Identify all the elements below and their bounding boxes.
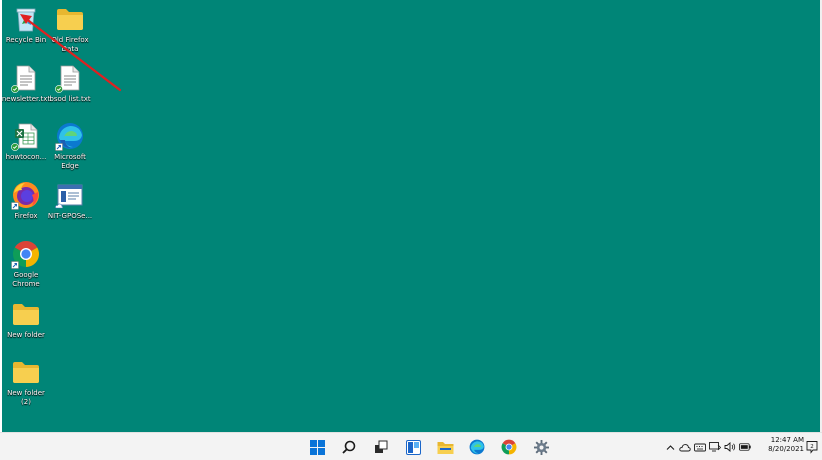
gear-icon [533,439,549,455]
folder-icon [437,441,453,454]
sync-check-icon [11,85,19,93]
battery-icon[interactable] [739,441,751,453]
svg-text:2: 2 [810,444,814,450]
desktop-icon-label: Old Firefox Data [51,36,89,53]
settings-button[interactable] [530,436,552,458]
chevron-up-icon[interactable] [664,441,676,453]
desktop-icon-label: bsod list.txt [49,95,91,103]
sync-check-icon [11,143,19,151]
notification-icon: 2 [806,441,818,454]
desktop-icon-label: New folder (2) [7,389,45,406]
desktop-icon-howtocon[interactable]: howtocon... [2,122,50,162]
notification-button[interactable]: 2 [806,439,818,454]
desktop-icon-nit-gposet[interactable]: NIT-GPOSe... [46,181,94,221]
desktop-icon-recycle-bin[interactable]: Recycle Bin [2,5,50,45]
shortcut-arrow-icon [11,202,19,210]
recycle-bin-icon [12,5,40,33]
search-icon [342,440,356,454]
desktop-icon-firefox[interactable]: Firefox [2,181,50,221]
chrome-icon [11,240,40,269]
desktop-icon-label: New folder [7,331,45,339]
desktop-icon-newsletter-txt[interactable]: newsletter.txt [2,64,50,104]
desktop-icon-new-folder-2[interactable]: New folder (2) [2,358,50,406]
keyboard-icon[interactable] [694,441,706,453]
shortcut-arrow-icon [11,261,19,269]
task-view-button[interactable] [370,436,392,458]
chrome-icon [501,439,517,455]
text-file-icon [11,64,40,93]
text-file-icon [55,64,84,93]
speaker-icon[interactable] [724,441,736,453]
desktop-icon-label: NIT-GPOSe... [47,212,93,220]
edge-icon [469,439,485,455]
folder-icon [12,358,40,386]
spreadsheet-file-icon [11,122,40,151]
widgets-button[interactable] [402,436,424,458]
desktop-icon-label: Google Chrome [12,271,40,288]
taskbar-clock[interactable]: 12:47 AM 8/20/2021 [758,436,804,454]
file-explorer-button[interactable] [434,436,456,458]
desktop-icon-microsoft-edge[interactable]: Microsoft Edge [46,122,94,170]
folder-icon [12,300,40,328]
firefox-icon [11,181,40,210]
desktop-icon-new-folder[interactable]: New folder [2,300,50,340]
search-button[interactable] [338,436,360,458]
widgets-icon [405,439,421,455]
desktop-icon-google-chrome[interactable]: Google Chrome [2,240,50,288]
display-icon[interactable] [709,441,721,453]
taskbar: 12:47 AM 8/20/2021 2 [0,432,822,460]
cloud-sync-icon [55,203,63,209]
screen: Recycle Bin Old Firefox Data newsletter.… [0,0,822,460]
edge-button[interactable] [466,436,488,458]
windows-logo-icon [309,439,325,455]
app-window-icon [55,181,84,209]
sync-check-icon [55,85,63,93]
cloud-icon[interactable] [679,441,691,453]
clock-time: 12:47 AM [770,436,804,444]
desktop-icon-label: Microsoft Edge [54,153,86,170]
task-view-icon [375,440,388,453]
chrome-button[interactable] [498,436,520,458]
taskbar-pinned-apps [306,435,552,459]
desktop[interactable]: Recycle Bin Old Firefox Data newsletter.… [2,0,820,432]
shortcut-arrow-icon [55,143,63,151]
desktop-icon-old-firefox-data[interactable]: Old Firefox Data [46,5,94,53]
system-tray [664,437,751,457]
desktop-icon-bsod-list-txt[interactable]: bsod list.txt [46,64,94,104]
start-button[interactable] [306,436,328,458]
edge-icon [55,122,84,151]
folder-icon [56,5,84,33]
clock-date: 8/20/2021 [768,445,804,453]
